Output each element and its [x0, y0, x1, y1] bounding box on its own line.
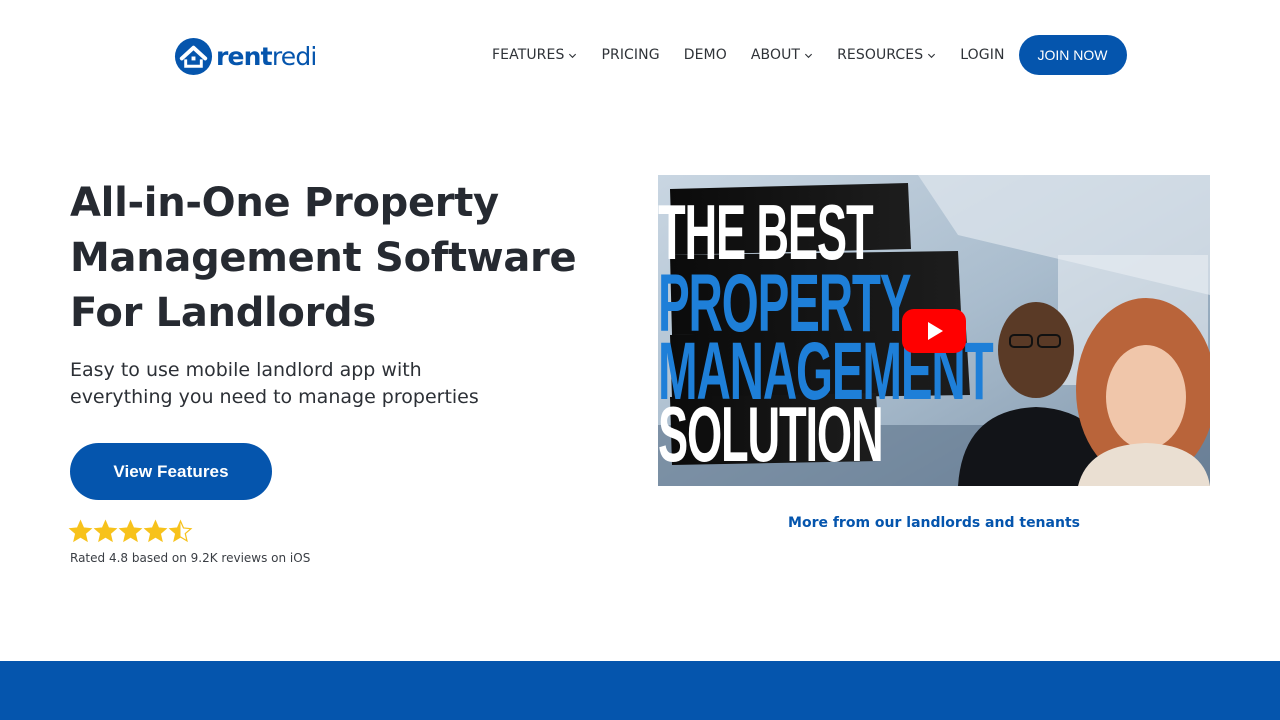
join-now-button[interactable]: JOIN NOW — [1018, 35, 1127, 75]
hero-title-line: All-in-One Property — [70, 180, 499, 226]
hero-title-line: For Landlords — [70, 290, 376, 336]
nav-demo[interactable]: DEMO — [672, 35, 739, 75]
hero-title: All-in-One Property Management Software … — [70, 176, 590, 341]
chevron-down-icon — [805, 53, 813, 59]
rating-text: Rated 4.8 based on 9.2K reviews on iOS — [70, 551, 311, 565]
nav-features-label: FEATURES — [492, 47, 565, 63]
nav-about[interactable]: ABOUT — [739, 35, 825, 75]
hero-subtitle-line: Easy to use mobile landlord app with — [70, 359, 422, 381]
video-player[interactable]: THE BEST PROPERTY MANAGEMENT SOLUTION — [658, 175, 1210, 486]
hero-subtitle: Easy to use mobile landlord app with eve… — [70, 357, 540, 411]
hero-title-line: Management Software — [70, 235, 577, 281]
rentredi-logo[interactable]: rentredi — [173, 35, 317, 77]
more-testimonials-link[interactable]: More from our landlords and tenants — [658, 515, 1210, 531]
video-line-4: SOLUTION — [658, 390, 884, 478]
star-icon — [143, 519, 168, 543]
video-title-line: SOLUTION — [658, 389, 884, 480]
nav-resources[interactable]: RESOURCES — [825, 35, 948, 75]
view-features-button[interactable]: View Features — [70, 443, 272, 500]
star-rating — [68, 519, 193, 544]
nav-about-label: ABOUT — [750, 47, 801, 63]
nav-login[interactable]: LOGIN — [948, 35, 1016, 75]
logo-wordmark: rentredi — [216, 41, 317, 71]
hero-subtitle-line: everything you need to manage properties — [70, 386, 479, 408]
star-icon — [168, 519, 193, 543]
star-icon — [118, 519, 143, 543]
nav-pricing[interactable]: PRICING — [589, 35, 671, 75]
main-nav: FEATURES PRICING DEMO ABOUT RESOURCES LO… — [480, 35, 1127, 75]
logo-house-icon — [174, 37, 213, 75]
star-icon — [93, 519, 118, 543]
chevron-down-icon — [928, 53, 936, 59]
blue-section-band — [0, 661, 1280, 720]
nav-features[interactable]: FEATURES — [480, 35, 589, 75]
site-header: rentredi FEATURES PRICING DEMO ABOUT RES… — [0, 0, 1280, 110]
nav-resources-label: RESOURCES — [837, 47, 924, 63]
chevron-down-icon — [569, 53, 577, 59]
star-icon — [68, 519, 93, 543]
nav-demo-label: DEMO — [683, 47, 727, 63]
nav-pricing-label: PRICING — [601, 47, 660, 63]
youtube-play-icon[interactable] — [902, 309, 966, 353]
nav-login-label: LOGIN — [960, 47, 1005, 63]
